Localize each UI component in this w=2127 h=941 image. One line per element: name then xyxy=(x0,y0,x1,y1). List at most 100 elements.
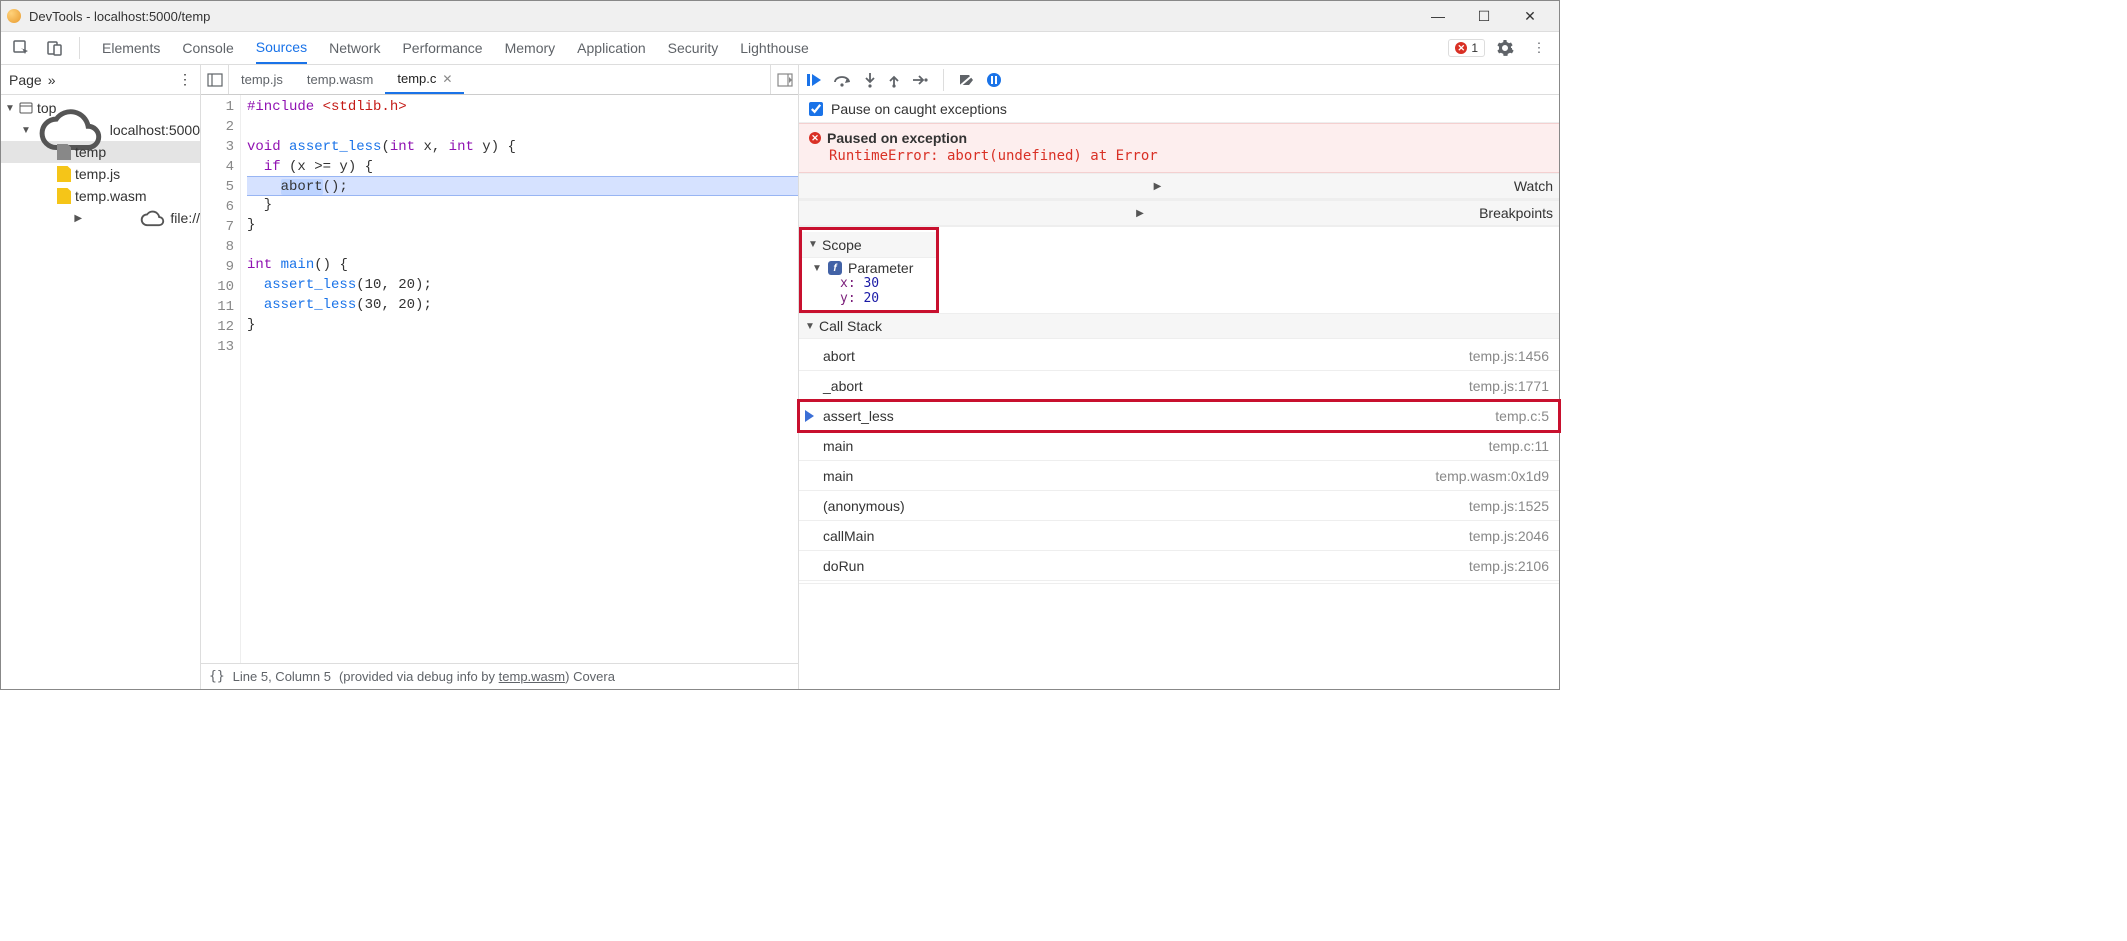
expand-icon[interactable] xyxy=(21,125,31,136)
code-line[interactable]: assert_less(10, 20); xyxy=(247,275,798,295)
tab-elements[interactable]: Elements xyxy=(102,32,160,64)
callstack-frame[interactable]: aborttemp.js:1456 xyxy=(799,341,1559,371)
app-icon xyxy=(7,9,21,23)
scope-group-row[interactable]: f Parameter xyxy=(812,260,930,276)
expand-icon[interactable] xyxy=(5,103,15,114)
callstack-body: aborttemp.js:1456_aborttemp.js:1771asser… xyxy=(799,339,1559,583)
debugger-pane: Pause on caught exceptions ✕ Paused on e… xyxy=(799,65,1559,689)
frame-function: main xyxy=(823,438,853,454)
step-out-icon[interactable] xyxy=(887,72,901,88)
tree-host[interactable]: localhost:5000 xyxy=(1,119,200,141)
step-into-icon[interactable] xyxy=(863,72,877,88)
expand-icon[interactable] xyxy=(805,208,1475,219)
toggle-navigator-icon[interactable] xyxy=(201,65,229,94)
paused-error-text: RuntimeError: abort(undefined) at Error xyxy=(809,148,1549,164)
editor-tab-tempc[interactable]: temp.c ✕ xyxy=(385,65,464,94)
deactivate-breakpoints-icon[interactable] xyxy=(958,72,976,88)
code-line[interactable] xyxy=(247,235,798,255)
code-line[interactable] xyxy=(247,117,798,137)
breakpoints-header[interactable]: Breakpoints xyxy=(799,200,1559,226)
separator xyxy=(943,69,944,91)
var-name: y xyxy=(840,291,848,306)
pretty-print-icon[interactable]: {} xyxy=(209,669,225,684)
code-line[interactable]: if (x >= y) { xyxy=(247,157,798,177)
tab-sources[interactable]: Sources xyxy=(256,32,307,64)
frame-location: temp.js:2106 xyxy=(1469,558,1549,574)
callstack-frame[interactable]: (anonymous)temp.js:1525 xyxy=(799,491,1559,521)
code-line[interactable]: } xyxy=(247,215,798,235)
tab-security[interactable]: Security xyxy=(668,32,719,64)
frame-location: temp.js:2046 xyxy=(1469,528,1549,544)
tree-file-scheme[interactable]: file:// xyxy=(1,207,200,229)
code-line[interactable]: void assert_less(int x, int y) { xyxy=(247,137,798,157)
devtools-main-toolbar: Elements Console Sources Network Perform… xyxy=(1,31,1559,65)
inspect-element-icon[interactable] xyxy=(7,34,35,62)
pause-on-caught-checkbox[interactable] xyxy=(809,102,823,116)
step-over-icon[interactable] xyxy=(833,72,853,88)
callstack-frame[interactable]: _aborttemp.js:1771 xyxy=(799,371,1559,401)
callstack-header[interactable]: Call Stack xyxy=(799,313,1559,339)
scope-header[interactable]: Scope xyxy=(802,232,936,258)
window-maximize-button[interactable]: ☐ xyxy=(1461,1,1507,31)
tree-file-tempjs[interactable]: temp.js xyxy=(1,163,200,185)
code-editor[interactable]: 12345678910111213 #include <stdlib.h>voi… xyxy=(201,95,798,663)
callstack-frame[interactable]: maintemp.wasm:0x1d9 xyxy=(799,461,1559,491)
expand-icon[interactable] xyxy=(21,213,135,224)
callstack-frame[interactable]: assert_lesstemp.c:5 xyxy=(799,401,1559,431)
navigator-tab-page[interactable]: Page xyxy=(9,72,42,88)
navigator-more-tabs[interactable]: » xyxy=(48,72,56,88)
source-map-link[interactable]: temp.wasm xyxy=(499,669,565,684)
navigator-menu-icon[interactable]: ⋮ xyxy=(178,71,192,88)
editor-pane: temp.js temp.wasm temp.c ✕ 1234567891011… xyxy=(201,65,799,689)
code-line[interactable]: } xyxy=(247,315,798,335)
error-count: 1 xyxy=(1471,41,1478,55)
more-menu-icon[interactable]: ⋮ xyxy=(1525,34,1553,62)
code-line[interactable]: int main() { xyxy=(247,255,798,275)
callstack-frame[interactable]: doRuntemp.js:2106 xyxy=(799,551,1559,581)
frame-location: temp.c:5 xyxy=(1495,408,1549,424)
paused-message: ✕ Paused on exception RuntimeError: abor… xyxy=(799,123,1559,173)
step-icon[interactable] xyxy=(911,72,929,88)
tab-lighthouse[interactable]: Lighthouse xyxy=(740,32,809,64)
settings-gear-icon[interactable] xyxy=(1491,34,1519,62)
editor-tab-tempwasm[interactable]: temp.wasm xyxy=(295,65,385,94)
tab-network[interactable]: Network xyxy=(329,32,380,64)
device-toolbar-icon[interactable] xyxy=(41,34,69,62)
scope-var-row[interactable]: x: 30 xyxy=(812,276,930,291)
tab-console[interactable]: Console xyxy=(182,32,233,64)
tab-memory[interactable]: Memory xyxy=(505,32,556,64)
frame-location: temp.wasm:0x1d9 xyxy=(1435,468,1549,484)
tree-file-temp[interactable]: temp xyxy=(1,141,200,163)
separator xyxy=(79,37,80,59)
expand-icon[interactable] xyxy=(812,263,822,274)
code-line[interactable]: abort(); xyxy=(247,176,798,196)
cursor-position: Line 5, Column 5 xyxy=(233,669,331,684)
code-line[interactable]: } xyxy=(247,195,798,215)
tab-application[interactable]: Application xyxy=(577,32,646,64)
window-minimize-button[interactable]: — xyxy=(1415,1,1461,31)
code-content[interactable]: #include <stdlib.h> void assert_less(int … xyxy=(241,95,798,663)
code-line[interactable]: #include <stdlib.h> xyxy=(247,97,798,117)
frame-function: abort xyxy=(823,348,855,364)
error-count-pill[interactable]: ✕ 1 xyxy=(1448,39,1485,57)
window-close-button[interactable]: ✕ xyxy=(1507,1,1553,31)
resume-icon[interactable] xyxy=(805,72,823,88)
frame-function: _abort xyxy=(823,378,863,394)
code-line[interactable] xyxy=(247,335,798,355)
watch-header[interactable]: Watch xyxy=(799,173,1559,199)
editor-tab-tempjs[interactable]: temp.js xyxy=(229,65,295,94)
paused-title: Paused on exception xyxy=(827,130,967,146)
pause-on-exceptions-icon[interactable] xyxy=(986,72,1002,88)
callstack-frame[interactable]: callMaintemp.js:2046 xyxy=(799,521,1559,551)
tree-file-tempwasm[interactable]: temp.wasm xyxy=(1,185,200,207)
toggle-debugger-icon[interactable] xyxy=(770,65,798,94)
tab-performance[interactable]: Performance xyxy=(402,32,482,64)
expand-icon[interactable] xyxy=(808,239,818,250)
code-line[interactable]: assert_less(30, 20); xyxy=(247,295,798,315)
scope-var-row[interactable]: y: 20 xyxy=(812,291,930,306)
tree-host-label: localhost:5000 xyxy=(110,122,200,138)
expand-icon[interactable] xyxy=(805,321,815,332)
expand-icon[interactable] xyxy=(805,181,1510,192)
callstack-frame[interactable]: maintemp.c:11 xyxy=(799,431,1559,461)
close-tab-icon[interactable]: ✕ xyxy=(442,72,452,86)
